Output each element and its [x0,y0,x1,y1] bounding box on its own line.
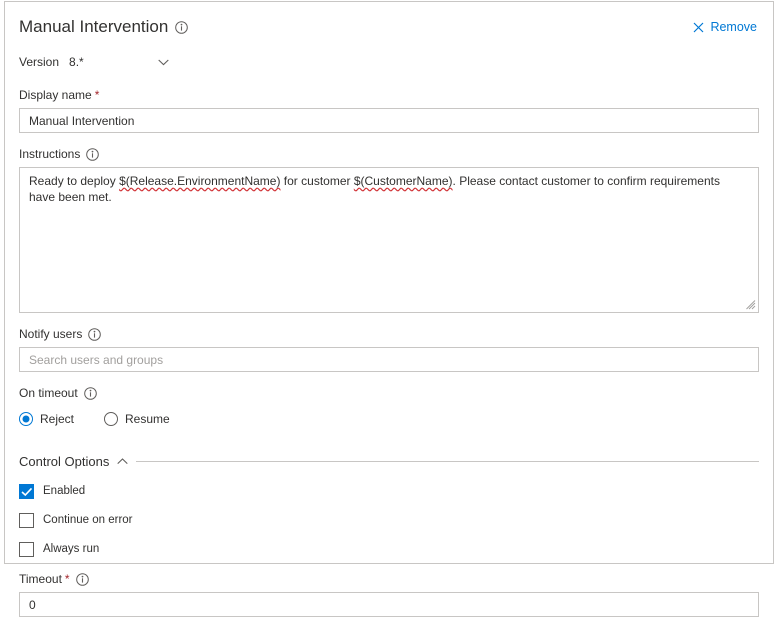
chevron-down-icon [158,59,169,66]
instructions-text: Ready to deploy $(Release.EnvironmentNam… [29,173,746,205]
display-name-field: Display name * [19,88,759,133]
notify-users-field: Notify users [19,327,759,372]
timeout-label: Timeout [19,572,62,586]
on-timeout-label: On timeout [19,386,78,400]
on-timeout-radio-group: Reject Resume [19,409,759,429]
required-indicator: * [64,572,70,586]
checkbox-mark [19,483,34,499]
instructions-field: Instructions Ready to deploy $(Release.E… [19,147,759,313]
version-label: Version [19,55,60,69]
checkbox-continue-on-error-label: Continue on error [43,514,133,526]
display-name-label: Display name [19,88,92,102]
version-row: Version 8.* [19,50,759,74]
notify-users-input[interactable] [19,347,759,372]
chevron-up-icon [117,457,129,465]
timeout-field: Timeout * [19,572,759,617]
timeout-input[interactable] [19,592,759,617]
radio-mark [19,412,33,426]
info-icon[interactable] [83,387,97,400]
checkbox-enabled[interactable]: Enabled [19,482,759,500]
radio-resume[interactable]: Resume [104,412,170,426]
control-options-title: Control Options [19,453,110,469]
checkbox-continue-on-error[interactable]: Continue on error [19,511,759,529]
timeout-label-row: Timeout * [19,572,759,587]
control-options-header[interactable]: Control Options [19,451,759,471]
panel-header: Manual Intervention Remove [19,2,759,44]
resize-grip-icon[interactable] [746,300,756,310]
checkbox-always-run-label: Always run [43,543,100,555]
on-timeout-label-row: On timeout [19,386,759,401]
info-icon[interactable] [175,20,189,34]
info-icon[interactable] [88,328,102,341]
on-timeout-field: On timeout Reject Resume [19,386,759,429]
radio-mark [104,412,119,426]
instructions-textarea[interactable]: Ready to deploy $(Release.EnvironmentNam… [19,167,759,313]
remove-button[interactable]: Remove [693,20,759,34]
instructions-token1: $(Release.EnvironmentName) [119,174,281,188]
checkbox-always-run[interactable]: Always run [19,540,759,558]
radio-reject-label: Reject [40,412,75,426]
title-group: Manual Intervention [19,17,189,37]
page-title: Manual Intervention [19,17,169,36]
info-icon[interactable] [75,573,89,586]
task-editor-panel: Manual Intervention Remove Version 8.* D… [4,1,774,617]
notify-users-label-row: Notify users [19,327,759,342]
instructions-label-row: Instructions [19,147,759,162]
required-indicator: * [94,88,100,102]
notify-users-label: Notify users [19,327,83,341]
display-name-label-row: Display name * [19,88,759,103]
remove-label: Remove [710,20,757,34]
version-dropdown[interactable]: 8.* [69,52,169,72]
radio-reject[interactable]: Reject [19,412,74,426]
instructions-label: Instructions [19,147,81,161]
display-name-input[interactable] [19,108,759,133]
checkbox-mark [19,541,34,557]
info-icon[interactable] [86,148,100,161]
divider [136,460,759,462]
radio-resume-label: Resume [125,412,170,426]
checkbox-mark [19,512,34,528]
close-icon [693,22,704,33]
instructions-token2: $(CustomerName) [353,174,453,188]
version-value: 8.* [69,55,84,69]
instructions-part1: Ready to deploy [29,174,120,188]
checkbox-enabled-label: Enabled [43,485,86,497]
instructions-part2: for customer [280,174,354,188]
